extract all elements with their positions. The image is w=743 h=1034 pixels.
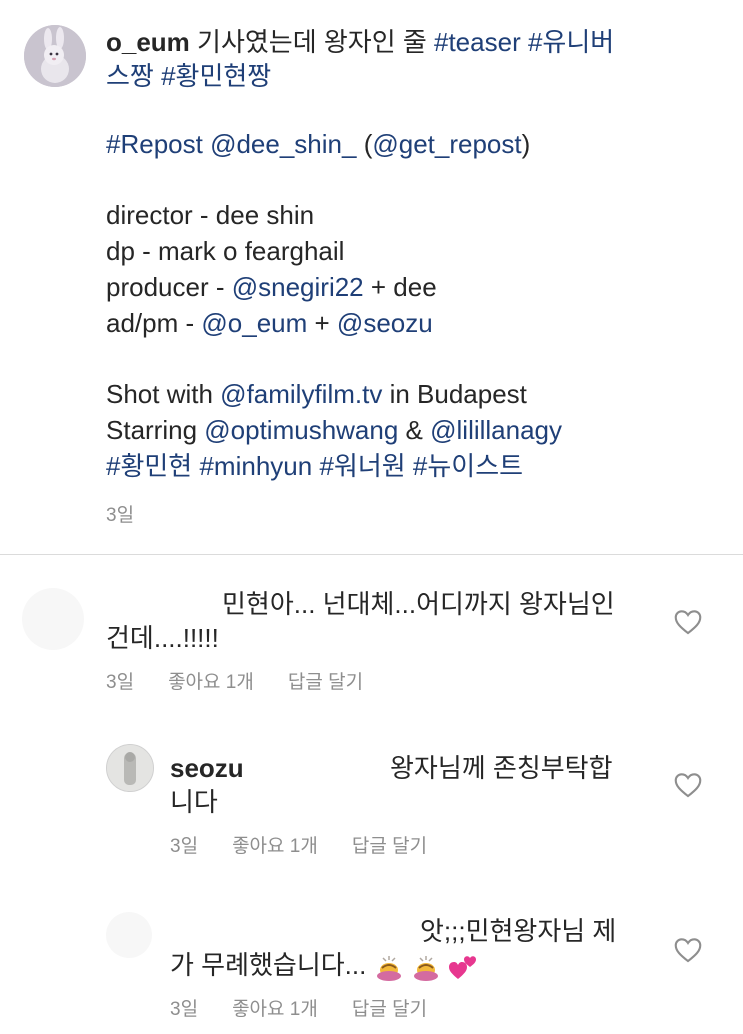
comment-3-meta: 3일 좋아요 1개 답글 달기 <box>170 994 461 1021</box>
hashtags-line: #황민현 #minhyun #워너원 #뉴이스트 <box>106 448 523 484</box>
seozu-avatar-image <box>107 745 153 791</box>
hashtag-hwangminhyun[interactable]: #황민현 <box>106 451 192 481</box>
repost-line: #Repost @dee_shin_ (@get_repost) <box>106 126 530 162</box>
comment-3-text-line2: 가 무례했습니다... <box>170 947 478 983</box>
comment-1-reply[interactable]: 답글 달기 <box>288 672 363 693</box>
credit-adpm-plus: + <box>307 308 337 338</box>
person-bowing-emoji <box>413 956 438 982</box>
credit-director: director - dee shin <box>106 197 314 233</box>
comment-2-text-line2: 니다 <box>170 787 218 817</box>
two-hearts-emoji <box>449 956 477 980</box>
comment-1-avatar[interactable] <box>22 588 84 650</box>
shot-prefix: Shot with <box>106 379 221 409</box>
comment-2-avatar[interactable] <box>106 744 154 792</box>
comment-2-username[interactable]: seozu <box>170 753 244 783</box>
comment-3-avatar[interactable] <box>106 912 152 958</box>
comment-2-likes[interactable]: 좋아요 1개 <box>232 836 318 857</box>
credit-producer: producer - @snegiri22 + dee <box>106 269 437 305</box>
comment-1-meta: 3일 좋아요 1개 답글 달기 <box>106 667 397 694</box>
comment-3-line2-text: 가 무례했습니다... <box>170 950 367 980</box>
comment-2-line1: seozu <box>170 750 244 786</box>
hashtag-hwangminhyun-jjang[interactable]: #황민현짱 <box>161 61 271 91</box>
caption-text: 기사였는데 왕자인 줄 <box>189 27 434 57</box>
mention-optimushwang[interactable]: @optimushwang <box>204 415 398 445</box>
mention-get-repost[interactable]: @get_repost <box>372 129 521 159</box>
starring-prefix: Starring <box>106 415 205 445</box>
hashtag-teaser[interactable]: #teaser <box>434 27 521 57</box>
mention-o-eum[interactable]: @o_eum <box>201 308 307 338</box>
comment-2-meta: 3일 좋아요 1개 답글 달기 <box>170 831 461 858</box>
section-divider <box>0 554 743 555</box>
comment-1-likes[interactable]: 좋아요 1개 <box>168 672 254 693</box>
comment-3-time: 3일 <box>170 999 199 1020</box>
hashtag-nuest[interactable]: #뉴이스트 <box>413 451 523 481</box>
heart-icon[interactable] <box>674 772 702 798</box>
comment-1-line1: 민현아... 넌대체...어디까지 왕자님인 <box>222 589 615 619</box>
credit-adpm-prefix: ad/pm - <box>106 308 202 338</box>
comment-2-time: 3일 <box>170 836 199 857</box>
heart-icon[interactable] <box>674 609 702 635</box>
credit-producer-suffix: + dee <box>363 272 437 302</box>
hashtag-wannaone[interactable]: #워너원 <box>319 451 405 481</box>
bunny-avatar-image <box>24 25 86 87</box>
repost-close-paren: ) <box>521 129 531 159</box>
credit-adpm: ad/pm - @o_eum + @seozu <box>106 305 433 341</box>
repost-open-paren: ( <box>356 129 373 159</box>
heart-icon[interactable] <box>674 937 702 963</box>
mention-dee-shin[interactable]: @dee_shin_ <box>210 129 356 159</box>
starring-amp: & <box>398 415 431 445</box>
comment-2-reply[interactable]: 답글 달기 <box>352 836 427 857</box>
mention-seozu[interactable]: @seozu <box>337 308 433 338</box>
comment-1-time: 3일 <box>106 672 135 693</box>
credit-dp: dp - mark o fearghail <box>106 233 344 269</box>
post-username[interactable]: o_eum <box>106 27 190 57</box>
credit-dp-text: dp - mark o fearghail <box>106 236 345 266</box>
mention-snegiri22[interactable]: @snegiri22 <box>232 272 364 302</box>
person-bowing-emoji <box>376 956 401 982</box>
hashtag-repost[interactable]: #Repost <box>106 129 203 159</box>
mention-familyfilm[interactable]: @familyfilm.tv <box>220 379 382 409</box>
post-author-avatar[interactable] <box>24 25 86 87</box>
shot-with-line: Shot with @familyfilm.tv in Budapest <box>106 376 527 412</box>
hashtag-minhyun[interactable]: #minhyun <box>199 451 312 481</box>
comment-3-text-line1: 앗;;;민현왕자님 제 <box>420 916 617 946</box>
hashtag-universe-part2[interactable]: 스짱 <box>106 61 154 91</box>
comment-2-text-line1: 왕자님께 존칭부탁합 <box>390 753 613 783</box>
starring-line: Starring @optimushwang & @lilillanagy <box>106 412 562 448</box>
shot-suffix: in Budapest <box>382 379 527 409</box>
credit-director-text: director - dee shin <box>106 200 315 230</box>
caption-line-2: 스짱 #황민현짱 <box>106 58 271 94</box>
post-timestamp: 3일 <box>106 505 135 526</box>
hashtag-universe-part1[interactable]: #유니버 <box>528 27 614 57</box>
comment-3-likes[interactable]: 좋아요 1개 <box>232 999 318 1020</box>
caption-line-1: o_eum 기사였는데 왕자인 줄 #teaser #유니버 <box>106 24 614 60</box>
comment-3-reply[interactable]: 답글 달기 <box>352 999 427 1020</box>
credit-producer-prefix: producer - <box>106 272 232 302</box>
comment-1-line2: 건데....!!!!! <box>106 623 219 653</box>
mention-lilillanagy[interactable]: @lilillanagy <box>430 415 562 445</box>
